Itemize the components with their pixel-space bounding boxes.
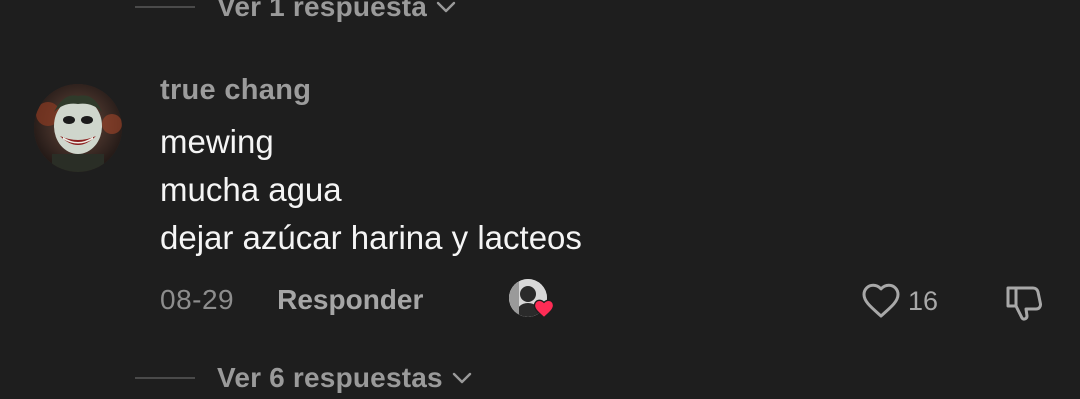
comment-username[interactable]: true chang [160,74,311,107]
like-count: 16 [908,285,939,316]
comment-line: dejar azúcar harina y lacteos [160,219,582,256]
reply-button[interactable]: Responder [277,284,423,316]
avatar-image [34,84,122,172]
like-button[interactable]: 16 [860,282,938,320]
view-replies-toggle[interactable]: Ver 6 respuestas [135,362,473,394]
replies-divider [135,377,195,379]
view-replies-label: Ver 6 respuestas [217,362,443,393]
comment-line: mewing [160,123,274,160]
comment-body: mewing mucha agua dejar azúcar harina y … [160,118,582,262]
view-replies-label: Ver 1 respuesta [217,0,428,22]
heart-outline-icon [862,283,900,318]
comment-meta: 08-29 Responder [160,282,423,318]
chevron-down-icon [452,372,471,384]
heart-filled-icon [533,299,555,319]
chevron-down-icon [436,1,456,13]
creator-liked-badge [509,279,557,321]
replies-divider [135,6,195,8]
view-replies-toggle-previous[interactable]: Ver 1 respuesta [135,0,457,23]
avatar[interactable] [34,84,122,172]
comment-date: 08-29 [160,284,235,315]
comment-thread: Ver 1 respuesta true chang mewing mucha … [0,0,1080,399]
thumbs-down-icon[interactable] [1002,280,1046,324]
comment-line: mucha agua [160,171,342,208]
